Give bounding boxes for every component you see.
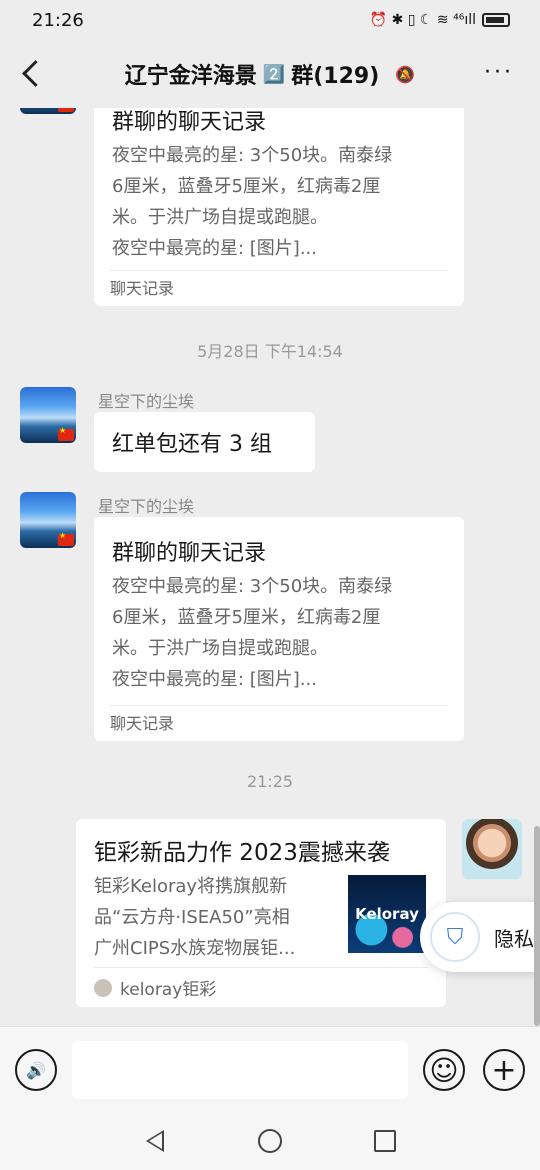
chat-record-bubble[interactable]: 群聊的聊天记录 夜空中最亮的星: 3个50块。南泰绿 6厘米，蓝叠牙5厘米，红病…: [94, 517, 464, 741]
link-thumbnail: Keloray: [348, 875, 426, 953]
message-text: 红单包还有 3 组: [112, 432, 272, 457]
record-line: 6厘米，蓝叠牙5厘米，红病毒2厘: [112, 607, 381, 628]
record-title: 群聊的聊天记录: [112, 110, 267, 135]
source-name: keloray钜彩: [120, 980, 217, 1000]
recents-square-icon[interactable]: [374, 1130, 396, 1152]
record-preview: 夜空中最亮的星: 3个50块。南泰绿 6厘米，蓝叠牙5厘米，红病毒2厘 米。于洪…: [112, 571, 446, 695]
scrollbar[interactable]: [534, 826, 540, 1026]
chat-title-name: 辽宁金洋海景: [124, 64, 257, 89]
record-line: 夜空中最亮的星: [图片]...: [112, 669, 317, 690]
privacy-float[interactable]: ⛉ 隐私: [420, 902, 540, 972]
status-indicators-icon: ⏰ ✱ ▯ ☾ ≋ ⁴⁶ıll: [369, 12, 476, 28]
emoji-icon[interactable]: ☺: [423, 1049, 465, 1091]
link-source: keloray钜彩: [94, 967, 428, 1007]
record-line: 夜空中最亮的星: 3个50块。南泰绿: [112, 145, 393, 166]
avatar[interactable]: [20, 387, 76, 443]
privacy-label: 隐私: [494, 926, 534, 951]
record-line: 米。于洪广场自提或跑腿。: [112, 638, 328, 659]
link-title: 钜彩新品力作 2023震撼来袭: [94, 840, 390, 866]
record-title: 群聊的聊天记录: [112, 541, 267, 566]
record-line: 夜空中最亮的星: 3个50块。南泰绿: [112, 576, 393, 597]
system-nav-bar: [0, 1116, 540, 1170]
battery-icon: [482, 13, 510, 27]
status-icons: ⏰ ✱ ▯ ☾ ≋ ⁴⁶ıll: [370, 12, 510, 28]
record-footer: 聊天记录: [110, 705, 448, 741]
chat-record-bubble[interactable]: 群聊的聊天记录 夜空中最亮的星: 3个50块。南泰绿 6厘米，蓝叠牙5厘米，红病…: [94, 108, 464, 306]
timestamp: 21:25: [246, 772, 294, 791]
text-bubble[interactable]: 红单包还有 3 组: [94, 412, 315, 472]
chat-title-badge: 2️⃣: [262, 63, 286, 85]
plus-icon[interactable]: +: [483, 1049, 525, 1091]
avatar[interactable]: [20, 108, 76, 114]
sender-name: 星空下的尘埃: [98, 392, 195, 411]
chat-header: 辽宁金洋海景 2️⃣ 群(129) 🔕 ···: [0, 40, 540, 108]
link-desc-line: 品“云方舟·ISEA50”亮相: [94, 907, 290, 928]
home-circle-icon[interactable]: [258, 1129, 282, 1153]
record-footer: 聊天记录: [110, 270, 448, 306]
record-line: 夜空中最亮的星: [图片]...: [112, 238, 317, 259]
chat-title-count: 群(129): [291, 64, 380, 89]
link-desc-line: 广州CIPS水族宠物展钜...: [94, 938, 296, 959]
flag-icon: [58, 531, 74, 546]
link-description: 钜彩Keloray将携旗舰新 品“云方舟·ISEA50”亮相 广州CIPS水族宠…: [94, 871, 334, 964]
record-line: 6厘米，蓝叠牙5厘米，红病毒2厘: [112, 176, 381, 197]
back-triangle-icon[interactable]: [146, 1130, 164, 1152]
voice-icon[interactable]: 🔊: [15, 1049, 57, 1091]
status-time: 21:26: [32, 9, 84, 31]
avatar-self[interactable]: [462, 819, 522, 879]
chat-area[interactable]: 群聊的聊天记录 夜空中最亮的星: 3个50块。南泰绿 6厘米，蓝叠牙5厘米，红病…: [0, 108, 540, 1026]
record-line: 米。于洪广场自提或跑腿。: [112, 207, 328, 228]
flag-icon: [58, 108, 74, 112]
chat-title: 辽宁金洋海景 2️⃣ 群(129) 🔕: [125, 58, 415, 90]
status-bar: 21:26 ⏰ ✱ ▯ ☾ ≋ ⁴⁶ıll: [0, 0, 540, 40]
timestamp: 5月28日 下午14:54: [197, 342, 343, 361]
sender-name: 星空下的尘埃: [98, 497, 195, 516]
source-logo-icon: [94, 978, 112, 997]
input-bar: 🔊 ☺ +: [0, 1026, 540, 1116]
avatar[interactable]: [20, 492, 76, 548]
flag-icon: [58, 426, 74, 441]
link-desc-line: 钜彩Keloray将携旗舰新: [94, 876, 288, 897]
back-icon[interactable]: [18, 58, 48, 88]
message-input[interactable]: [72, 1041, 408, 1099]
more-icon[interactable]: ···: [484, 60, 514, 85]
record-preview: 夜空中最亮的星: 3个50块。南泰绿 6厘米，蓝叠牙5厘米，红病毒2厘 米。于洪…: [112, 140, 446, 264]
mute-bell-icon: 🔕: [395, 64, 416, 84]
shield-icon: ⛉: [430, 912, 480, 962]
link-card[interactable]: 钜彩新品力作 2023震撼来袭 钜彩Keloray将携旗舰新 品“云方舟·ISE…: [76, 819, 446, 1007]
